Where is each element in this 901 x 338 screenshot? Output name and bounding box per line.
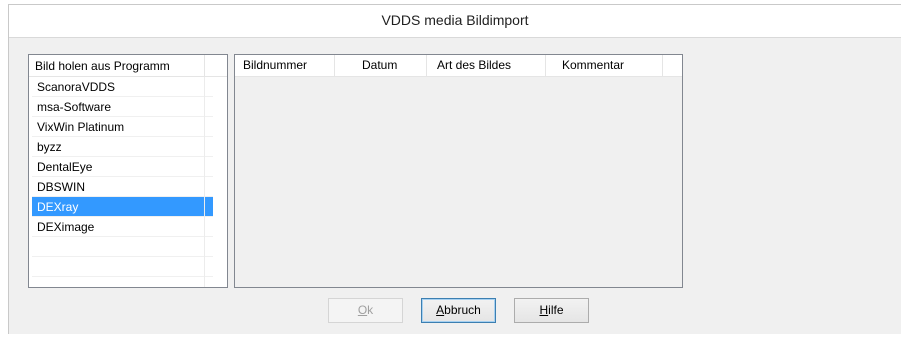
- hilfe-label-rest: ilfe: [548, 303, 564, 317]
- abbruch-mnemonic: A: [436, 303, 445, 317]
- image-table-header: Bildnummer Datum Art des Bildes Kommenta…: [235, 55, 682, 77]
- button-bar: Ok Abbruch Hilfe: [9, 298, 901, 324]
- window-title: VDDS media Bildimport: [9, 5, 901, 38]
- ok-label-rest: k: [367, 303, 374, 317]
- list-item-byzz[interactable]: byzz: [32, 137, 213, 157]
- abbruch-label-rest: bbruch: [444, 303, 481, 317]
- program-list[interactable]: Bild holen aus Programm ScanoraVDDS msa-…: [28, 54, 228, 288]
- column-header-kommentar[interactable]: Kommentar: [546, 55, 663, 76]
- program-list-rows: ScanoraVDDS msa-Software VixWin Platinum…: [29, 77, 227, 287]
- abbruch-button[interactable]: Abbruch: [421, 298, 496, 323]
- column-header-filler: [663, 55, 682, 76]
- list-item-dentaleye[interactable]: DentalEye: [32, 157, 213, 177]
- list-item-empty: [32, 237, 213, 257]
- hilfe-mnemonic: H: [539, 303, 549, 317]
- column-header-bildnummer[interactable]: Bildnummer: [235, 55, 335, 76]
- program-list-header[interactable]: Bild holen aus Programm: [29, 55, 227, 287]
- list-item-deximage[interactable]: DEXimage: [32, 217, 213, 237]
- list-item-msa-software[interactable]: msa-Software: [32, 97, 213, 117]
- list-item-scanoravdds[interactable]: ScanoraVDDS: [32, 77, 213, 97]
- image-table[interactable]: Bildnummer Datum Art des Bildes Kommenta…: [234, 54, 683, 288]
- list-item-empty: [32, 257, 213, 277]
- bildimport-dialog: VDDS media Bildimport Bild holen aus Pro…: [8, 4, 901, 334]
- ok-mnemonic: O: [357, 303, 368, 317]
- column-header-datum[interactable]: Datum: [335, 55, 427, 76]
- list-item-vixwin-platinum[interactable]: VixWin Platinum: [32, 117, 213, 137]
- list-item-dbswin[interactable]: DBSWIN: [32, 177, 213, 197]
- program-list-header-label: Bild holen aus Programm: [35, 58, 170, 73]
- column-header-art-des-bildes[interactable]: Art des Bildes: [427, 55, 546, 76]
- column-separator: [204, 77, 205, 287]
- ok-button[interactable]: Ok: [328, 298, 403, 323]
- hilfe-button[interactable]: Hilfe: [514, 298, 589, 323]
- list-item-dexray[interactable]: DEXray: [32, 197, 213, 217]
